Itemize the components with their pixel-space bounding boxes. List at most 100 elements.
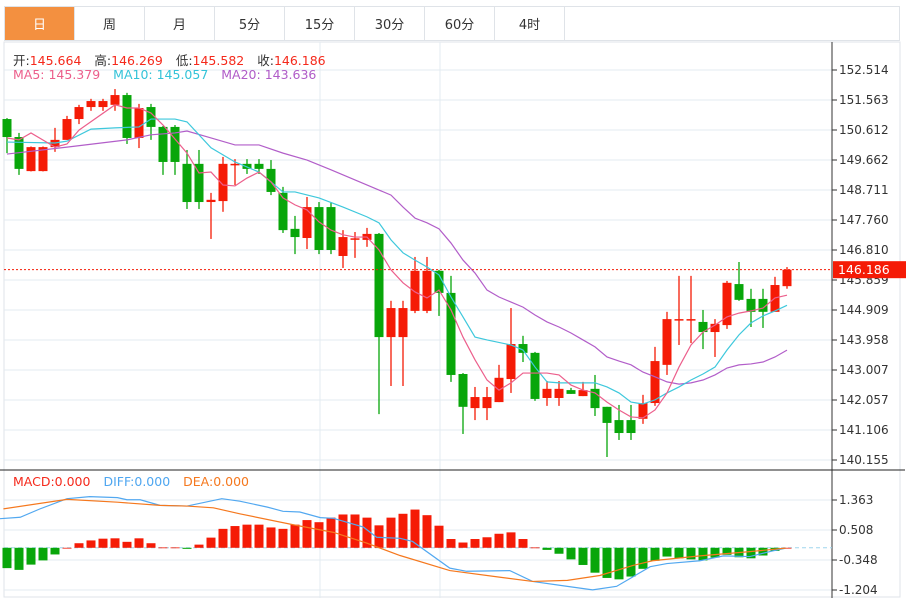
macd-bar: [494, 533, 504, 548]
macd-bar: [662, 547, 672, 557]
macd-bar: [338, 514, 348, 548]
macd-bar: [170, 547, 180, 549]
open-label: 开:: [13, 53, 30, 68]
candle: [566, 387, 576, 394]
macd-bar: [470, 539, 480, 548]
high-label: 高:: [94, 53, 112, 68]
macd-bar: [398, 513, 408, 548]
candle: [74, 104, 84, 125]
macd-bar: [146, 543, 156, 548]
candle-body: [110, 95, 120, 105]
macd-bar: [62, 547, 72, 549]
macd-bar: [350, 514, 360, 548]
ma5-legend: MA5: 145.379: [13, 67, 101, 82]
macd-bar: [122, 541, 132, 548]
candle: [62, 115, 72, 140]
candle-body: [290, 228, 300, 238]
candle-body: [302, 207, 312, 239]
price-tick-label: 151.563: [839, 93, 889, 107]
candle-body: [314, 207, 324, 250]
macd-bar: [2, 547, 12, 569]
macd-bar: [710, 547, 720, 558]
price-tick-label: 143.007: [839, 363, 889, 377]
candle-body: [386, 308, 396, 338]
macd-bar: [578, 547, 588, 565]
macd-bar: [518, 539, 528, 548]
candle: [122, 92, 132, 144]
candle-body: [2, 119, 12, 138]
candle: [314, 202, 324, 255]
open-value: 145.664: [29, 53, 82, 68]
candle-body: [98, 101, 108, 108]
candle-body: [506, 344, 516, 380]
macd-bar: [638, 547, 648, 569]
candle-body: [530, 352, 540, 399]
candle-body: [686, 319, 696, 321]
macd-tick-label: -0.348: [839, 553, 878, 567]
candle: [482, 386, 492, 421]
macd-bar: [50, 547, 60, 555]
macd-bar: [158, 547, 168, 549]
macd-bar: [74, 543, 84, 548]
price-tick-label: 147.760: [839, 213, 889, 227]
candle: [98, 98, 108, 111]
candle-body: [782, 269, 792, 287]
candle-body: [86, 101, 96, 108]
price-tick-label: 143.958: [839, 333, 889, 347]
candle: [530, 351, 540, 401]
macd-bar: [410, 509, 420, 548]
candle: [134, 103, 144, 149]
candle-body: [734, 284, 744, 300]
macd-bar: [194, 544, 204, 548]
candle: [770, 276, 780, 312]
macd-bar: [230, 526, 240, 548]
macd-bar: [626, 547, 636, 577]
ma-legend: MA5: 145.379 MA10: 145.057 MA20: 143.636: [13, 67, 325, 82]
candle-body: [626, 420, 636, 434]
candle-body: [554, 388, 564, 398]
macd-bar: [38, 547, 48, 561]
diff-value: DIFF:0.000: [103, 474, 171, 489]
candle-body: [74, 107, 84, 120]
kline-chart[interactable]: 152.514 151.563 150.612 149.662 148.711 147.7…: [0, 0, 910, 598]
macd-legend: MACD:0.000 DIFF:0.000 DEA:0.000: [13, 474, 258, 489]
last-price-label: 146.186: [838, 262, 890, 277]
candle: [86, 98, 96, 111]
candle: [638, 394, 648, 424]
candle: [302, 196, 312, 250]
macd-bar: [290, 524, 300, 548]
candle-body: [134, 107, 144, 138]
macd-bar: [554, 547, 564, 554]
candle: [470, 386, 480, 421]
macd-bar: [86, 540, 96, 548]
candle: [374, 232, 384, 415]
candle: [662, 311, 672, 375]
macd-bar: [446, 539, 456, 548]
macd-bar: [482, 537, 492, 548]
low-label: 低:: [175, 53, 193, 68]
price-tick-label: 149.662: [839, 153, 889, 167]
macd-bar: [698, 547, 708, 561]
candle-body: [206, 199, 216, 203]
macd-tick-label: -1.204: [839, 583, 878, 597]
macd-bar: [506, 532, 516, 548]
candle: [266, 160, 276, 196]
macd-bar: [590, 547, 600, 573]
candle-body: [470, 397, 480, 409]
macd-tick-label: 1.363: [839, 493, 873, 507]
macd-bar: [134, 538, 144, 548]
candle-body: [458, 374, 468, 407]
macd-bar: [566, 547, 576, 560]
macd-bar: [14, 547, 24, 570]
macd-bar: [422, 515, 432, 548]
macd-bar: [218, 528, 228, 548]
candle: [698, 309, 708, 350]
candle: [686, 275, 696, 344]
macd-bar: [458, 542, 468, 548]
candle-body: [566, 390, 576, 394]
macd-bar: [182, 547, 192, 549]
macd-bar: [386, 517, 396, 548]
candle: [734, 261, 744, 301]
candle: [398, 300, 408, 387]
candle-body: [230, 163, 240, 166]
